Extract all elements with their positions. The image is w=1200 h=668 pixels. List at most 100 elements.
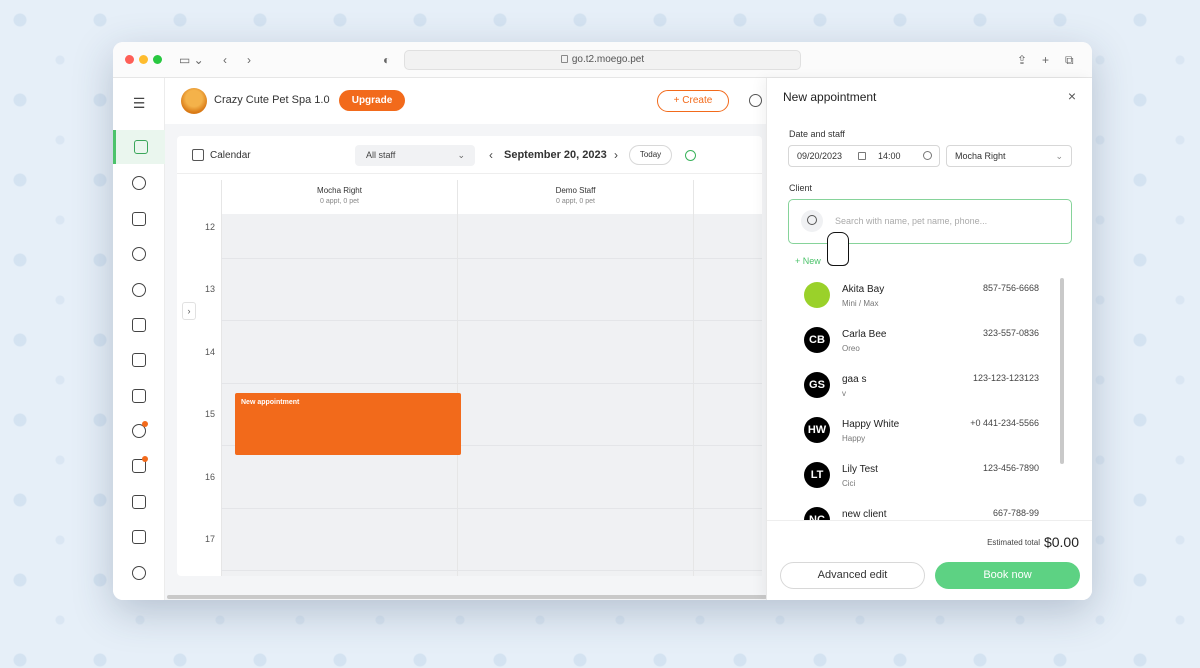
sidebar-item-reminders[interactable] [113, 273, 165, 307]
client-name: Lily Test [842, 464, 878, 475]
sidebar-item-retail[interactable] [113, 202, 165, 236]
clock-icon[interactable] [749, 94, 762, 107]
staff-column-header: Mocha Right 0 appt, 0 pet [221, 180, 457, 214]
avatar: HW [804, 417, 830, 443]
sidebar-item-reports[interactable] [113, 379, 165, 413]
schedule-icon [132, 318, 146, 332]
hour-label: 17 [205, 534, 216, 544]
sidebar-item-calendar[interactable] [113, 130, 165, 164]
avatar [804, 282, 830, 308]
staff-select[interactable]: Mocha Right ⌄ [946, 145, 1072, 167]
sidebar-toggle-icon[interactable]: ▭ ⌄ [179, 51, 204, 69]
business-name[interactable]: Crazy Cute Pet Spa 1.0 [214, 94, 330, 106]
maximize-window-button[interactable] [153, 55, 162, 64]
new-client-link[interactable]: + New [795, 256, 821, 266]
next-day-button[interactable]: › [614, 148, 618, 162]
client-list-scrollbar[interactable] [1060, 278, 1064, 464]
advanced-edit-button[interactable]: Advanced edit [780, 562, 925, 589]
panel-footer: Estimated total $0.00 Advanced edit Book… [767, 520, 1092, 600]
alarm-icon [132, 283, 146, 297]
address-bar[interactable]: go.t2.moego.pet [404, 50, 801, 70]
client-row[interactable]: GS gaa s v 123-123-123123 [789, 368, 1057, 413]
date-time-field[interactable]: 09/20/2023 14:00 [788, 145, 940, 167]
sidebar-item-membership[interactable] [113, 485, 165, 519]
client-name: Akita Bay [842, 284, 885, 295]
client-search-input[interactable] [835, 213, 1055, 229]
staff-column-header [693, 180, 762, 214]
close-window-button[interactable] [125, 55, 134, 64]
horizontal-scrollbar[interactable] [167, 595, 767, 599]
book-now-button[interactable]: Book now [935, 562, 1080, 589]
close-icon[interactable]: × [1068, 88, 1076, 104]
client-name: Happy White [842, 419, 900, 430]
sidebar-item-payments[interactable] [113, 414, 165, 448]
clock-icon [923, 151, 932, 160]
minimize-window-button[interactable] [139, 55, 148, 64]
hour-gridline [221, 258, 762, 259]
hour-label: 13 [205, 284, 216, 294]
client-name: Carla Bee [842, 329, 887, 340]
client-label: Client [789, 183, 813, 193]
staff-name: Mocha Right [317, 186, 362, 195]
sidebar-item-schedule[interactable] [113, 308, 165, 342]
staff-column[interactable] [693, 214, 762, 576]
back-icon[interactable]: ‹ [223, 51, 227, 69]
sidebar-item-waitlist[interactable] [113, 343, 165, 377]
hour-label: 12 [205, 222, 216, 232]
bag-icon [132, 212, 146, 226]
calendar-card: Calendar All staff ⌄ ‹ September 20, 202… [177, 136, 762, 576]
staff-column[interactable] [457, 214, 693, 576]
client-row[interactable]: LT Lily Test Cici 123-456-7890 [789, 458, 1057, 503]
client-row[interactable]: HW Happy White Happy +0 441-234-5566 [789, 413, 1057, 458]
date-value: 09/20/2023 [797, 151, 843, 161]
upgrade-button[interactable]: Upgrade [339, 90, 405, 111]
current-date[interactable]: September 20, 2023 [504, 149, 607, 161]
privacy-shield-icon[interactable]: ◐ [383, 51, 390, 69]
appointment-block[interactable]: New appointment [235, 393, 461, 455]
client-list: Akita Bay Mini / Max 857-756-6668 CB Car… [789, 278, 1057, 522]
sidebar-item-settings[interactable] [113, 556, 165, 590]
locate-icon[interactable] [685, 150, 696, 161]
client-row[interactable]: Akita Bay Mini / Max 857-756-6668 [789, 278, 1057, 323]
calendar-icon [858, 152, 866, 160]
estimated-total-label: Estimated total [987, 538, 1040, 547]
crown-icon [132, 495, 146, 509]
notification-dot [142, 456, 148, 462]
today-button[interactable]: Today [629, 145, 672, 165]
business-logo[interactable] [181, 88, 207, 114]
client-row[interactable]: CB Carla Bee Oreo 323-557-0836 [789, 323, 1057, 368]
sidebar-item-analytics[interactable] [113, 520, 165, 554]
hour-label: 16 [205, 472, 216, 482]
client-phone: 123-123-123123 [972, 373, 1039, 383]
new-tab-icon[interactable]: + [1042, 51, 1049, 69]
staff-filter-value: All staff [366, 150, 396, 160]
forward-icon[interactable]: › [247, 51, 251, 69]
client-pets: Cici [842, 479, 856, 488]
calendar-icon [133, 140, 148, 154]
expand-panel-button[interactable]: › [182, 302, 196, 320]
hour-label: 14 [205, 347, 216, 357]
browser-toolbar: ▭ ⌄ ‹ › ◐ go.t2.moego.pet ⇪ + ⧉ [113, 42, 1092, 78]
calendar-grid: Mocha Right 0 appt, 0 pet Demo Staff 0 a… [177, 174, 762, 576]
sidebar-item-pets[interactable] [113, 166, 165, 200]
tabs-overview-icon[interactable]: ⧉ [1065, 51, 1074, 69]
staff-filter-select[interactable]: All staff ⌄ [355, 145, 475, 166]
sidebar-item-marketing[interactable] [113, 449, 165, 483]
browser-window: ▭ ⌄ ‹ › ◐ go.t2.moego.pet ⇪ + ⧉ ☰ Crazy … [113, 42, 1092, 600]
staff-value: Mocha Right [955, 151, 1006, 161]
previous-day-button[interactable]: ‹ [489, 148, 493, 162]
sidebar-item-messages[interactable] [113, 237, 165, 271]
panel-title: New appointment [783, 90, 877, 104]
create-button[interactable]: + Create [657, 90, 729, 112]
report-icon [132, 389, 146, 403]
new-appointment-panel: New appointment × Date and staff 09/20/2… [766, 78, 1092, 600]
menu-icon[interactable]: ☰ [113, 86, 165, 120]
pointer-cursor-icon [827, 232, 849, 266]
staff-column-header: Demo Staff 0 appt, 0 pet [457, 180, 693, 214]
avatar: LT [804, 462, 830, 488]
client-phone: 857-756-6668 [982, 283, 1039, 293]
client-phone: 123-456-7890 [982, 463, 1039, 473]
share-icon[interactable]: ⇪ [1017, 51, 1027, 69]
chart-icon [132, 530, 146, 544]
client-pets: Happy [842, 434, 866, 443]
